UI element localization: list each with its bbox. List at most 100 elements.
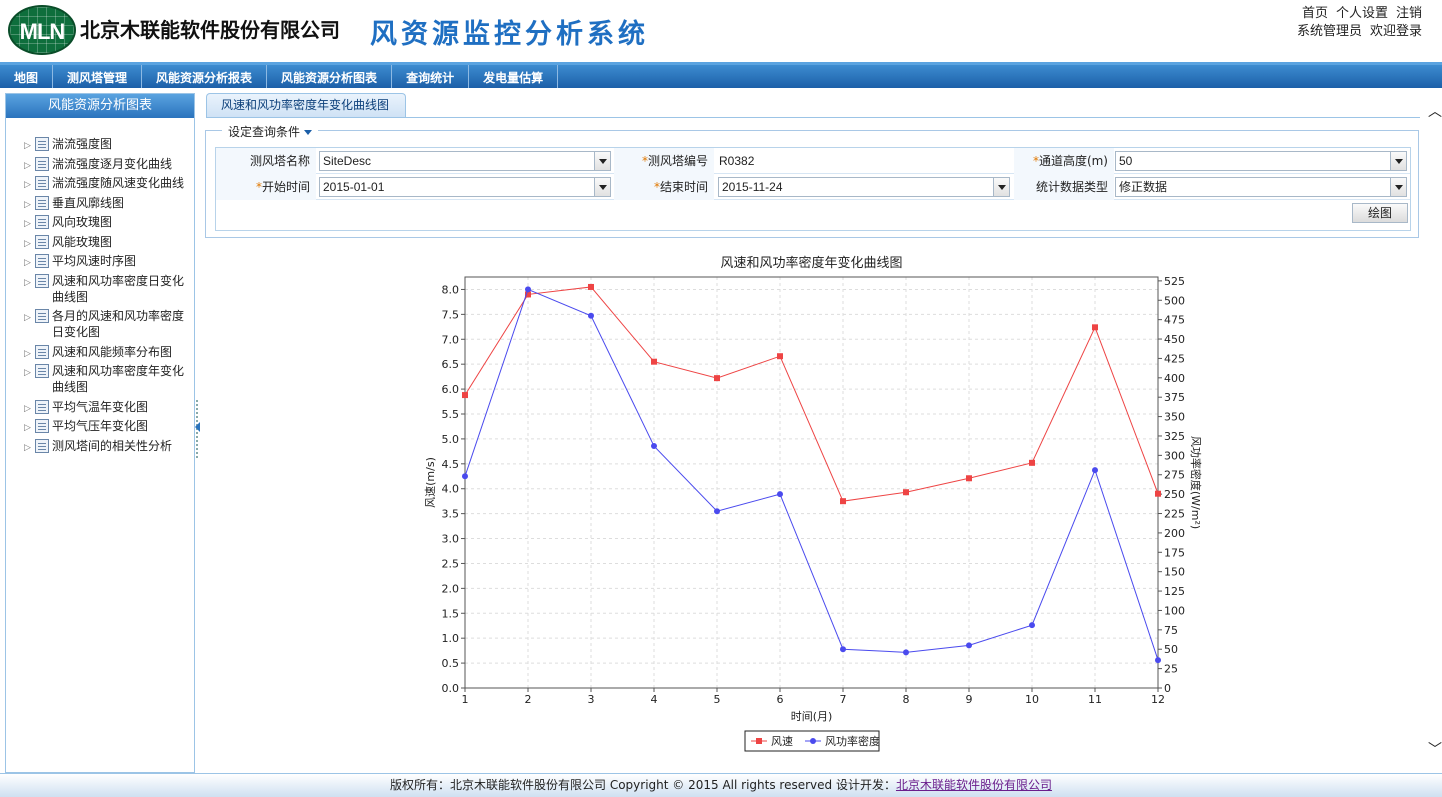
- expand-arrow-icon[interactable]: ▷: [24, 216, 31, 232]
- tab-annual-variation[interactable]: 风速和风功率密度年变化曲线图: [206, 93, 406, 117]
- tree-item-label: 湍流强度随风速变化曲线: [52, 176, 185, 190]
- start-time-label: *开始时间: [216, 174, 316, 200]
- y2-tick-label: 25: [1164, 663, 1178, 676]
- document-icon: [35, 254, 49, 268]
- y-tick-label: 7.0: [442, 333, 460, 346]
- tree-item-label: 风速和风功率密度年变化曲线图: [52, 364, 185, 394]
- height-select[interactable]: 50: [1115, 151, 1407, 171]
- tree-item-daily-variation[interactable]: ▷ 风速和风功率密度日变化曲线图: [6, 273, 194, 305]
- document-icon: [35, 344, 49, 359]
- expand-arrow-icon[interactable]: ▷: [24, 197, 31, 213]
- expand-arrow-icon[interactable]: ▷: [24, 310, 31, 326]
- data-point-circle: [588, 312, 594, 319]
- y2-tick-label: 275: [1164, 469, 1185, 482]
- plot-frame: [464, 276, 1159, 689]
- tab-divider: [206, 117, 1420, 118]
- data-point-square: [462, 392, 468, 399]
- tree-item-vertical-profile[interactable]: ▷ 垂直风廓线图: [6, 195, 194, 211]
- nav-query-stats[interactable]: 查询统计: [392, 65, 470, 88]
- expand-arrow-icon[interactable]: ▷: [24, 138, 31, 154]
- dropdown-arrow-icon[interactable]: [594, 178, 610, 196]
- tree-item-turbulence[interactable]: ▷ 湍流强度图: [6, 136, 194, 152]
- expand-arrow-icon[interactable]: ▷: [24, 177, 31, 193]
- nav-resource-chart[interactable]: 风能资源分析图表: [267, 65, 393, 88]
- tree-item-tower-correlation[interactable]: ▷ 测风塔间的相关性分析: [6, 438, 194, 454]
- tree-item-energy-rose[interactable]: ▷ 风能玫瑰图: [6, 234, 194, 250]
- data-point-square: [1155, 490, 1161, 497]
- tree-item-annual-variation[interactable]: ▷ 风速和风功率密度年变化曲线图: [6, 363, 194, 395]
- data-point-circle: [525, 286, 531, 293]
- data-point-square: [903, 489, 909, 496]
- y2-tick-label: 375: [1164, 391, 1185, 404]
- nav-resource-report[interactable]: 风能资源分析报表: [142, 65, 268, 88]
- expand-arrow-icon[interactable]: ▷: [24, 346, 31, 362]
- vertical-scrollbar[interactable]: ︿ ﹀: [1426, 93, 1442, 773]
- scroll-down-icon[interactable]: ﹀: [1428, 739, 1442, 759]
- expand-arrow-icon[interactable]: ▷: [24, 420, 31, 436]
- tree-item-turbulence-monthly[interactable]: ▷ 湍流强度逐月变化曲线: [6, 156, 194, 172]
- nav-map[interactable]: 地图: [0, 65, 54, 88]
- site-name-select[interactable]: SiteDesc: [319, 151, 611, 171]
- nav-tower-management[interactable]: 测风塔管理: [53, 65, 143, 88]
- expand-arrow-icon[interactable]: ▷: [24, 158, 31, 174]
- query-form: 测风塔名称 SiteDesc *测风塔编号 R0382 *通道高度(m) 50 …: [215, 147, 1411, 231]
- tree-item-turbulence-by-speed[interactable]: ▷ 湍流强度随风速变化曲线: [6, 175, 194, 191]
- y2-tick-label: 250: [1164, 488, 1185, 501]
- y2-tick-label: 350: [1164, 411, 1185, 424]
- data-point-circle: [714, 508, 720, 515]
- y2-tick-label: 300: [1164, 449, 1185, 462]
- expand-arrow-icon[interactable]: ▷: [24, 255, 31, 271]
- expand-arrow-icon[interactable]: ▷: [24, 365, 31, 381]
- tree-item-pressure-annual[interactable]: ▷ 平均气压年变化图: [6, 418, 194, 434]
- dropdown-arrow-icon[interactable]: [1390, 178, 1406, 196]
- end-time-picker[interactable]: 2015-11-24: [718, 177, 1010, 197]
- chart-title: 风速和风功率密度年变化曲线图: [720, 255, 902, 271]
- y2-tick-label: 200: [1164, 527, 1185, 540]
- tree-item-wind-rose[interactable]: ▷ 风向玫瑰图: [6, 214, 194, 230]
- expand-arrow-icon[interactable]: ▷: [24, 236, 31, 252]
- y2-tick-label: 225: [1164, 508, 1185, 521]
- y2-tick-label: 0: [1164, 682, 1171, 695]
- caret-down-icon[interactable]: [304, 130, 313, 135]
- site-code-value: R0382: [719, 154, 755, 168]
- expand-arrow-icon[interactable]: ▷: [24, 440, 31, 456]
- tree-item-label: 风向玫瑰图: [52, 215, 113, 229]
- company-logo: MLN: [8, 5, 76, 55]
- draw-button[interactable]: 绘图: [1352, 203, 1408, 223]
- x-tick-label: 11: [1088, 693, 1102, 706]
- end-time-label: *结束时间: [614, 174, 714, 200]
- top-links: 首页 个人设置 注销 系统管理员 欢迎登录: [1289, 5, 1422, 41]
- tree-item-temperature-annual[interactable]: ▷ 平均气温年变化图: [6, 399, 194, 415]
- y-tick-label: 3.5: [442, 508, 460, 521]
- logout-link[interactable]: 注销: [1396, 6, 1422, 21]
- x-tick-label: 6: [777, 693, 784, 706]
- dropdown-arrow-icon[interactable]: [594, 152, 610, 170]
- expand-arrow-icon[interactable]: ▷: [24, 401, 31, 417]
- stat-type-select[interactable]: 修正数据: [1115, 177, 1407, 197]
- data-point-square: [651, 358, 657, 365]
- scroll-up-icon[interactable]: ︿: [1428, 101, 1442, 121]
- query-legend[interactable]: 设定查询条件: [222, 123, 319, 140]
- company-name: 北京木联能软件股份有限公司: [80, 18, 340, 42]
- home-link[interactable]: 首页: [1302, 6, 1328, 21]
- x-tick-label: 5: [714, 693, 721, 706]
- tree-item-frequency-distribution[interactable]: ▷ 风速和风能频率分布图: [6, 344, 194, 360]
- dropdown-arrow-icon[interactable]: [1390, 152, 1406, 170]
- start-time-picker[interactable]: 2015-01-01: [319, 177, 611, 197]
- tree-item-label: 测风塔间的相关性分析: [52, 438, 173, 453]
- tree-item-mean-speed-series[interactable]: ▷ 平均风速时序图: [6, 253, 194, 269]
- data-point-circle: [1029, 622, 1035, 629]
- expand-arrow-icon[interactable]: ▷: [24, 275, 31, 291]
- developer-link[interactable]: 北京木联能软件股份有限公司: [896, 778, 1052, 792]
- document-icon: [35, 176, 49, 190]
- dropdown-arrow-icon[interactable]: [993, 178, 1009, 196]
- height-label: *通道高度(m): [1014, 148, 1114, 174]
- y-tick-label: 0.0: [442, 682, 460, 695]
- series-line-2: [464, 288, 1159, 661]
- y-tick-label: 4.5: [442, 458, 460, 471]
- tree-item-monthly-daily-variation[interactable]: ▷ 各月的风速和风功率密度日变化图: [6, 308, 194, 340]
- nav-power-estimate[interactable]: 发电量估算: [469, 65, 559, 88]
- personal-settings-link[interactable]: 个人设置: [1336, 6, 1388, 21]
- y-tick-label: 7.5: [442, 308, 460, 321]
- y-tick-label: 3.0: [442, 533, 460, 546]
